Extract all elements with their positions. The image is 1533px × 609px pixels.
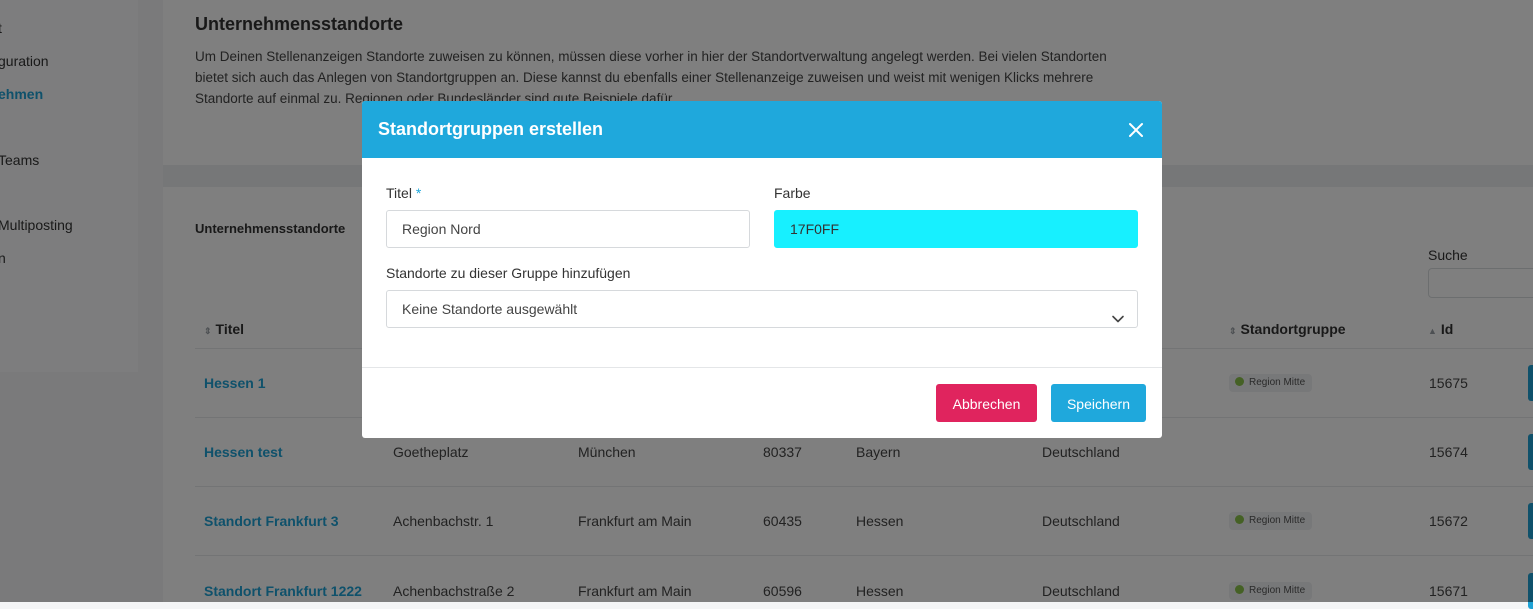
title-field-label: Titel *: [386, 185, 421, 201]
close-icon[interactable]: [1126, 120, 1146, 140]
cancel-button[interactable]: Abbrechen: [936, 384, 1037, 422]
color-field-label: Farbe: [774, 185, 811, 201]
modal-header: Standortgruppen erstellen: [362, 101, 1162, 158]
modal-title: Standortgruppen erstellen: [378, 119, 604, 139]
chevron-down-icon: [1111, 303, 1125, 323]
title-input[interactable]: Region Nord: [386, 210, 750, 248]
locations-field-label: Standorte zu dieser Gruppe hinzufügen: [386, 265, 631, 281]
locations-select[interactable]: Keine Standorte ausgewählt: [386, 290, 1138, 328]
locations-select-value: Keine Standorte ausgewählt: [402, 301, 578, 317]
create-location-group-dialog: Standortgruppen erstellen Titel * Region…: [362, 101, 1162, 438]
required-marker: *: [415, 185, 422, 201]
title-label-text: Titel: [386, 185, 412, 201]
modal-footer-divider: [362, 367, 1162, 368]
save-button[interactable]: Speichern: [1051, 384, 1146, 422]
color-input[interactable]: 17F0FF: [774, 210, 1138, 248]
